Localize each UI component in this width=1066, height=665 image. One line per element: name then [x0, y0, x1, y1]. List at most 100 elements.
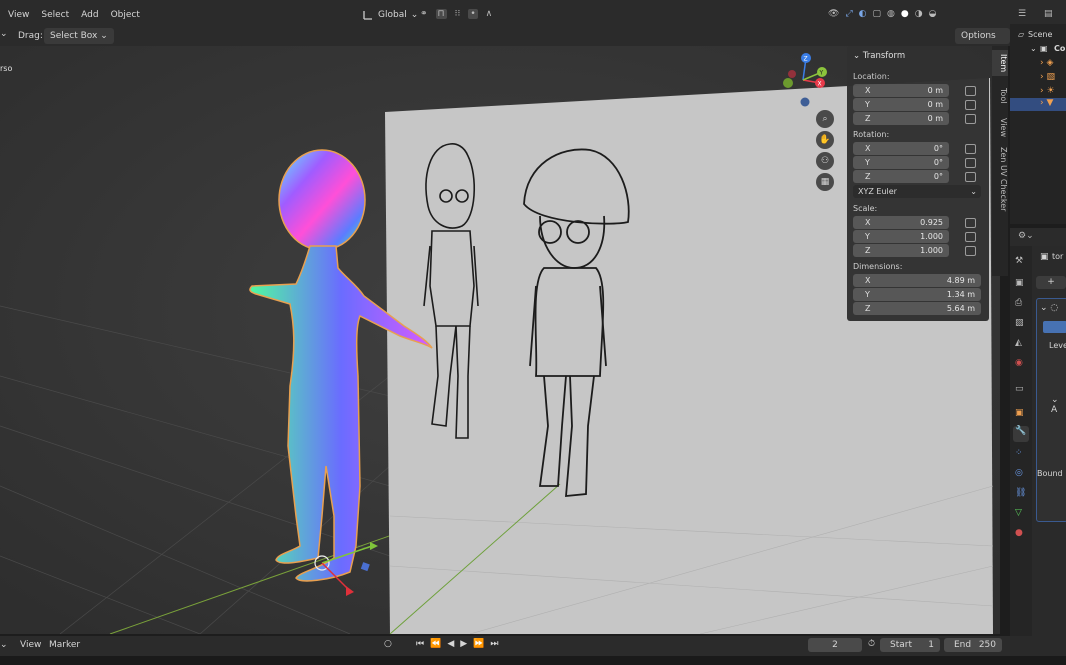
tab-tool[interactable]: Tool	[992, 82, 1008, 110]
scale-z-field[interactable]: Z 1.000	[853, 244, 949, 257]
jump-keyframe-forward-icon[interactable]: ⏩	[473, 639, 484, 649]
outliner-item-camera[interactable]: › ◈	[1040, 58, 1053, 68]
overlay-toggle-icon[interactable]: ◐	[859, 9, 867, 19]
view-layer-tab-icon[interactable]: ▨	[1015, 318, 1024, 328]
outliner-item-light[interactable]: › ☀	[1040, 86, 1055, 96]
menu-object[interactable]: Object	[111, 10, 140, 26]
chevron-down-icon[interactable]: ⌄ ◌	[1040, 303, 1058, 313]
chevron-down-icon[interactable]: ⌄	[1030, 44, 1037, 53]
dimensions-x-field[interactable]: X 4.89 m	[853, 274, 981, 287]
dimensions-z-field[interactable]: Z 5.64 m	[853, 302, 981, 315]
modifier-toggle[interactable]	[1043, 321, 1066, 333]
play-reverse-icon[interactable]: ◀	[447, 639, 454, 649]
timeline-menu-marker[interactable]: Marker	[49, 640, 80, 650]
play-icon[interactable]: ▶	[460, 639, 467, 649]
outliner-item-selected-mesh[interactable]: › ▼	[1010, 98, 1066, 111]
jump-keyframe-back-icon[interactable]: ⏪	[430, 639, 441, 649]
location-y-field[interactable]: Y 0 m	[853, 98, 949, 111]
physics-tab-icon[interactable]: ◎	[1015, 468, 1023, 478]
options-dropdown[interactable]: Options ⌄	[955, 28, 1010, 57]
xray-icon[interactable]: ▢	[873, 9, 882, 19]
data-tab-icon[interactable]: ▽	[1015, 508, 1022, 518]
jump-start-icon[interactable]: ⏮	[416, 639, 424, 649]
chevron-down-icon[interactable]: ⌄ A	[1051, 395, 1066, 415]
location-z-field[interactable]: Z 0 m	[853, 112, 949, 125]
rotation-y-field[interactable]: Y 0°	[853, 156, 949, 169]
pivot-snap-group: ⚭ ⊓ ⁝⁝ • ∧	[420, 9, 492, 19]
editor-type-icon[interactable]: ⚙⌄	[1018, 231, 1034, 241]
scale-x-field[interactable]: X 0.925	[853, 216, 949, 229]
shading-material-icon[interactable]: ◑	[915, 9, 923, 19]
camera-view-icon[interactable]: ⚇	[816, 152, 834, 170]
gizmo-neg-z-ball[interactable]	[800, 97, 810, 107]
lock-icon[interactable]	[965, 232, 976, 242]
world-tab-icon[interactable]: ◉	[1015, 358, 1023, 368]
object-tab-icon[interactable]: ▣	[1015, 408, 1024, 418]
lock-icon[interactable]	[965, 218, 976, 228]
gizmo-toggle-icon[interactable]: ⤢	[845, 9, 852, 19]
lock-icon[interactable]	[965, 100, 976, 110]
collection-tab-icon[interactable]: ▭	[1015, 384, 1024, 394]
scene-label[interactable]: Scene	[1028, 30, 1052, 39]
particles-tab-icon[interactable]: ⁘	[1015, 448, 1023, 458]
rotation-x-field[interactable]: X 0°	[853, 142, 949, 155]
pan-hand-icon[interactable]: ✋	[816, 131, 834, 149]
menu-add[interactable]: Add	[81, 10, 98, 26]
pivot-point-icon[interactable]: ⚭	[420, 9, 428, 19]
gizmo-neg-y-ball[interactable]	[783, 78, 793, 88]
tab-item[interactable]: Item	[992, 50, 1008, 76]
tool-tab-icon[interactable]: ⚒	[1015, 256, 1023, 266]
location-x-field[interactable]: X 0 m	[853, 84, 949, 97]
output-tab-icon[interactable]: ⎙	[1015, 298, 1022, 308]
editor-type-icon[interactable]: ⌄	[0, 640, 8, 650]
menu-select[interactable]: Select	[41, 10, 69, 26]
proportional-edit-icon[interactable]: •	[468, 9, 478, 19]
snap-icon[interactable]: ⊓	[435, 9, 447, 19]
stopwatch-icon[interactable]: ⏱	[868, 639, 875, 649]
dimensions-y-field[interactable]: Y 1.34 m	[853, 288, 981, 301]
material-tab-icon[interactable]: ●	[1015, 528, 1023, 538]
modifier-tab-icon[interactable]: 🔧	[1013, 426, 1029, 442]
editor-type-icon[interactable]: ☰	[1018, 9, 1026, 19]
lock-icon[interactable]	[965, 144, 976, 154]
tab-zen-uv-checker[interactable]: Zen UV Checker	[992, 146, 1008, 212]
object-name[interactable]: tor	[1052, 252, 1063, 261]
menu-view[interactable]: View	[8, 10, 29, 26]
shading-solid-icon[interactable]: ●	[901, 9, 909, 19]
render-tab-icon[interactable]: ▣	[1015, 278, 1024, 288]
transform-orientation-dropdown[interactable]: Global ⌄	[362, 9, 418, 21]
lock-icon[interactable]	[965, 246, 976, 256]
tab-view[interactable]: View	[992, 114, 1008, 140]
record-icon[interactable]: ○	[384, 639, 392, 649]
scene-tab-icon[interactable]: ◭	[1015, 338, 1022, 348]
shading-wireframe-icon[interactable]: ◍	[887, 9, 895, 19]
display-mode-icon[interactable]: ▤	[1044, 9, 1053, 19]
rotation-z-field[interactable]: Z 0°	[853, 170, 949, 183]
add-modifier-button[interactable]: +	[1036, 276, 1066, 289]
lock-icon[interactable]	[965, 172, 976, 182]
lock-icon[interactable]	[965, 86, 976, 96]
drag-select-dropdown[interactable]: Select Box ⌄	[44, 28, 114, 44]
start-frame-field[interactable]: Start 1	[880, 638, 940, 652]
scale-y-field[interactable]: Y 1.000	[853, 230, 949, 243]
zoom-icon[interactable]: ⌕	[816, 110, 834, 128]
perspective-toggle-icon[interactable]: ▦	[816, 173, 834, 191]
lock-icon[interactable]	[965, 114, 976, 124]
end-frame-field[interactable]: End 250	[944, 638, 1002, 652]
timeline-menu-view[interactable]: View	[20, 640, 41, 650]
collection-label[interactable]: Co	[1054, 44, 1065, 53]
lock-icon[interactable]	[965, 158, 976, 168]
gizmo-neg-x-ball[interactable]	[788, 70, 796, 78]
visibility-icon[interactable]: 👁	[828, 9, 839, 19]
falloff-icon[interactable]: ∧	[486, 9, 493, 19]
current-frame-field[interactable]: 2	[808, 638, 862, 652]
outliner-item-image[interactable]: › ▧	[1040, 72, 1055, 82]
navigation-gizmo[interactable]: Z X Y	[780, 50, 830, 110]
constraints-tab-icon[interactable]: ⛓	[1015, 488, 1026, 498]
transform-panel-header[interactable]: ⌄ Transform	[853, 51, 905, 61]
jump-end-icon[interactable]: ⏭	[490, 639, 498, 649]
shading-rendered-icon[interactable]: ◒	[929, 9, 937, 19]
rotation-mode-dropdown[interactable]: XYZ Euler ⌄	[853, 185, 981, 198]
header-collapse[interactable]: ⌄	[0, 29, 8, 43]
snap-target-icon[interactable]: ⁝⁝	[455, 9, 461, 19]
